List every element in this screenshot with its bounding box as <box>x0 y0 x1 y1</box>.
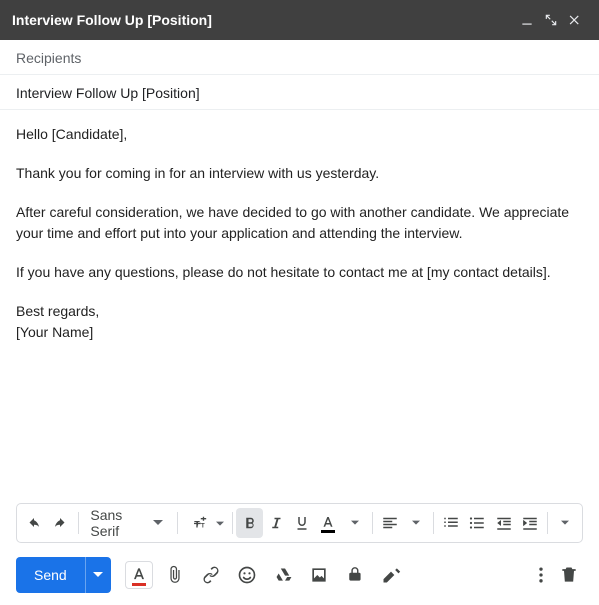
confidential-mode-button[interactable] <box>341 561 369 589</box>
bottom-bar: Send <box>0 553 599 605</box>
font-size-icon: TT <box>186 508 216 538</box>
text-color-more[interactable] <box>341 508 367 538</box>
insert-link-button[interactable] <box>197 561 225 589</box>
attach-file-button[interactable] <box>161 561 189 589</box>
subject-field[interactable]: Interview Follow Up [Position] <box>0 75 599 110</box>
underline-button[interactable] <box>289 508 315 538</box>
font-family-select[interactable]: Sans Serif <box>82 508 172 538</box>
font-size-select[interactable]: TT <box>182 508 228 538</box>
toolbar-divider <box>547 512 548 534</box>
insert-emoji-button[interactable] <box>233 561 261 589</box>
text-color-button[interactable] <box>315 508 341 538</box>
send-button[interactable]: Send <box>16 557 85 593</box>
recipients-field[interactable]: Recipients <box>0 40 599 75</box>
bulleted-list-button[interactable] <box>464 508 490 538</box>
discard-draft-button[interactable] <box>555 561 583 589</box>
text-color-icon <box>319 514 337 533</box>
toolbar-divider <box>78 512 79 534</box>
title-bar: Interview Follow Up [Position] <box>0 0 599 40</box>
toolbar-divider <box>372 512 373 534</box>
message-body[interactable]: Hello [Candidate], Thank you for coming … <box>0 110 599 503</box>
text-format-icon <box>129 565 149 586</box>
subject-text: Interview Follow Up [Position] <box>16 85 200 101</box>
window-title: Interview Follow Up [Position] <box>12 12 515 28</box>
bold-button[interactable] <box>236 508 262 538</box>
send-button-group: Send <box>16 557 111 593</box>
text-format-button[interactable] <box>125 561 153 589</box>
font-family-label: Sans Serif <box>90 507 144 539</box>
undo-icon[interactable] <box>21 508 47 538</box>
body-signature-line: Best regards, <box>16 301 583 322</box>
expand-icon[interactable] <box>539 8 563 32</box>
recipients-placeholder: Recipients <box>16 50 81 66</box>
bottom-tools <box>125 561 405 589</box>
body-paragraph: If you have any questions, please do not… <box>16 262 583 283</box>
insert-photo-button[interactable] <box>305 561 333 589</box>
body-paragraph: Hello [Candidate], <box>16 124 583 145</box>
toolbar-divider <box>232 512 233 534</box>
formatting-toolbar: Sans Serif TT <box>16 503 583 543</box>
send-options-button[interactable] <box>85 557 111 593</box>
svg-text:T: T <box>194 520 200 530</box>
align-more[interactable] <box>403 508 429 538</box>
close-icon[interactable] <box>563 8 587 32</box>
toolbar-divider <box>433 512 434 534</box>
body-paragraph: Thank you for coming in for an interview… <box>16 163 583 184</box>
compose-window: Interview Follow Up [Position] Recipient… <box>0 0 599 605</box>
toolbar-divider <box>177 512 178 534</box>
more-options-button[interactable] <box>527 561 555 589</box>
svg-text:T: T <box>201 524 205 530</box>
align-button[interactable] <box>377 508 403 538</box>
insert-signature-button[interactable] <box>377 561 405 589</box>
body-signature-line: [Your Name] <box>16 322 583 343</box>
italic-button[interactable] <box>263 508 289 538</box>
redo-icon[interactable] <box>47 508 73 538</box>
insert-drive-button[interactable] <box>269 561 297 589</box>
format-more-button[interactable] <box>552 508 578 538</box>
chevron-down-icon <box>153 515 163 531</box>
chevron-down-icon <box>216 515 224 531</box>
indent-increase-button[interactable] <box>517 508 543 538</box>
numbered-list-button[interactable] <box>438 508 464 538</box>
minimize-icon[interactable] <box>515 8 539 32</box>
body-paragraph: After careful consideration, we have dec… <box>16 202 583 244</box>
indent-decrease-button[interactable] <box>490 508 516 538</box>
